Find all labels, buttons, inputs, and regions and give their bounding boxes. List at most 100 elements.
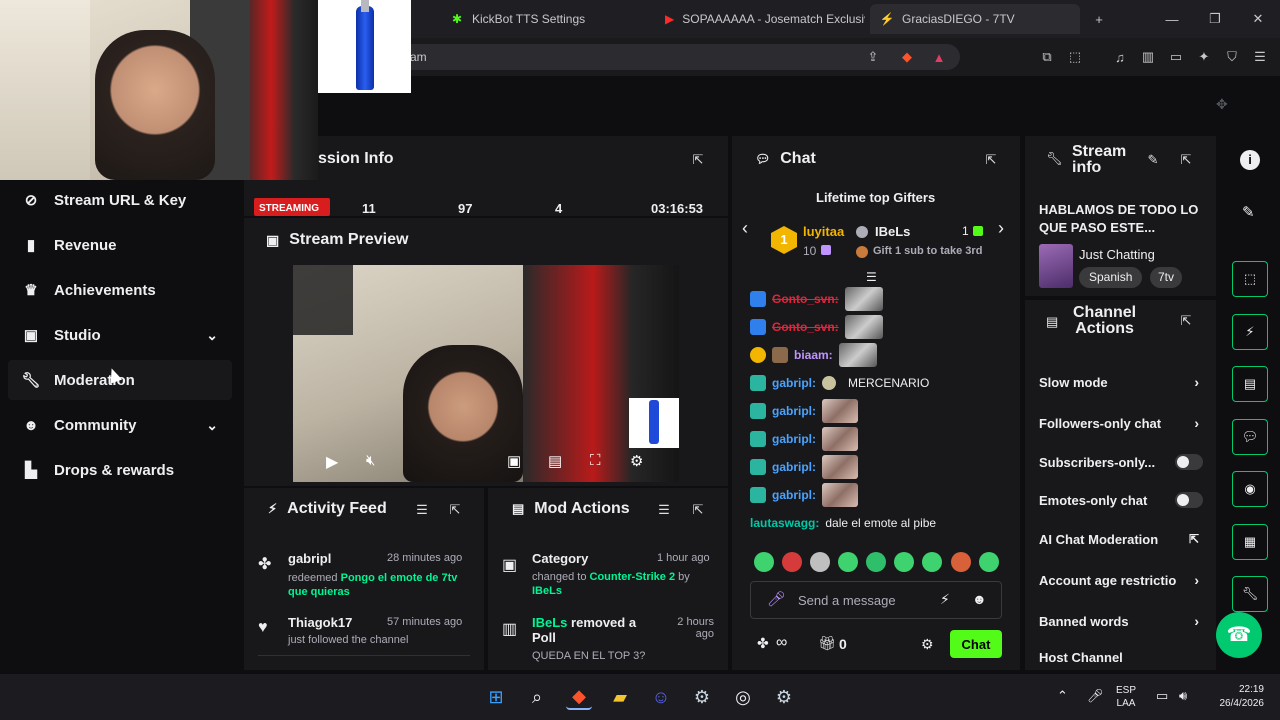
- popout-icon[interactable]: ⇱: [1178, 313, 1194, 329]
- sidebar-item-studio[interactable]: ▣ Studio ⌄: [8, 315, 232, 355]
- pencil-icon[interactable]: ✎: [1242, 203, 1255, 221]
- emote-icon[interactable]: [894, 552, 914, 572]
- chat-input-placeholder[interactable]: Send a message: [798, 593, 896, 608]
- brave-shield-icon[interactable]: ◆: [898, 48, 916, 66]
- emote-icon[interactable]: [866, 552, 886, 572]
- send-chat-button[interactable]: Chat: [950, 630, 1002, 658]
- filter-icon[interactable]: ☰: [414, 502, 430, 518]
- volume-icon[interactable]: 🔊︎: [1179, 688, 1187, 704]
- tag-chip[interactable]: Spanish: [1079, 267, 1143, 288]
- gift-box-icon[interactable]: 🎁︎: [818, 635, 836, 652]
- host-channel-action[interactable]: Host Channel: [1039, 642, 1209, 672]
- chat-action-icon[interactable]: 💬︎: [1232, 419, 1268, 455]
- followers-only-action[interactable]: Followers-only chat ›: [1039, 408, 1209, 438]
- subscribers-only-action[interactable]: Subscribers-only...: [1039, 447, 1209, 477]
- browser-tab[interactable]: ✱ KickBot TTS Settings: [440, 4, 650, 34]
- chat-username[interactable]: Gonto_svn:: [772, 292, 839, 306]
- emotes-only-toggle[interactable]: [1175, 492, 1203, 508]
- broadcast-action-icon[interactable]: ◉: [1232, 471, 1268, 507]
- subscribers-only-toggle[interactable]: [1175, 454, 1203, 470]
- ai-moderation-action[interactable]: AI Chat Moderation ⇱: [1039, 524, 1209, 554]
- sidebar-item-achievements[interactable]: ♛ Achievements: [8, 270, 232, 310]
- tray-chevron-icon[interactable]: ⌃: [1057, 688, 1068, 704]
- popout-icon[interactable]: ⇱: [983, 152, 999, 168]
- popout-icon[interactable]: ⇱: [690, 152, 706, 168]
- chat-username[interactable]: biaam:: [794, 348, 833, 362]
- wallet-icon[interactable]: ▭: [1167, 48, 1185, 66]
- steam-icon[interactable]: ⚙: [689, 684, 715, 710]
- tag-chip[interactable]: 7tv: [1150, 267, 1183, 288]
- sidebar-icon[interactable]: ▥: [1139, 48, 1157, 66]
- play-icon[interactable]: ▶: [326, 452, 338, 472]
- chat-username[interactable]: gabripl:: [772, 404, 816, 418]
- popout-icon[interactable]: ⇱: [690, 502, 706, 518]
- brave-browser-icon[interactable]: ◆: [566, 684, 592, 710]
- emotes-only-action[interactable]: Emotes-only chat: [1039, 485, 1209, 515]
- minimize-icon[interactable]: —: [1163, 10, 1181, 28]
- theater-icon[interactable]: ▤: [548, 452, 562, 470]
- steam-app-icon[interactable]: ⚙: [771, 684, 797, 710]
- screenshot-action-icon[interactable]: ⬚: [1232, 261, 1268, 297]
- share-icon[interactable]: ⇪: [864, 48, 882, 66]
- search-icon[interactable]: ⌕: [524, 684, 550, 710]
- chat-username[interactable]: gabripl:: [772, 376, 816, 390]
- network-icon[interactable]: ▭: [1156, 688, 1168, 704]
- microphone-icon[interactable]: 🎤︎: [767, 590, 786, 608]
- chat-username[interactable]: gabripl:: [772, 460, 816, 474]
- discord-icon[interactable]: ☺: [648, 684, 674, 710]
- chat-username[interactable]: gabripl:: [772, 432, 816, 446]
- edit-icon[interactable]: ✎: [1145, 152, 1161, 168]
- emote-icon[interactable]: [922, 552, 942, 572]
- chat-username[interactable]: gabripl:: [772, 488, 816, 502]
- account-age-action[interactable]: Account age restrictio ›: [1039, 565, 1209, 595]
- lightning-action-icon[interactable]: ⚡︎: [1232, 314, 1268, 350]
- support-chat-icon[interactable]: ☎: [1216, 612, 1262, 658]
- emote-icon[interactable]: [951, 552, 971, 572]
- emote-icon[interactable]: [979, 552, 999, 572]
- windows-start-icon[interactable]: ⊞: [483, 684, 509, 710]
- popout-icon[interactable]: ⇱: [1178, 152, 1194, 168]
- emote-icon[interactable]: [754, 552, 774, 572]
- chat-settings-icon[interactable]: ⚙: [921, 636, 934, 653]
- filter-icon[interactable]: ☰: [656, 502, 672, 518]
- 7tv-emote-icon[interactable]: ⚡︎: [940, 591, 950, 608]
- browser-tab-active[interactable]: ⚡ GraciasDIEGO - 7TV: [870, 4, 1080, 34]
- extensions-icon[interactable]: ⧉: [1038, 48, 1056, 66]
- mic-tray-icon[interactable]: 🎤︎: [1087, 688, 1104, 704]
- sidebar-item-stream-url[interactable]: ⊘ Stream URL & Key: [8, 180, 232, 220]
- sidebar-item-revenue[interactable]: ▮ Revenue: [8, 225, 232, 265]
- emoji-icon[interactable]: ☻: [972, 591, 987, 607]
- rewards-icon[interactable]: ▲: [930, 48, 948, 66]
- chevron-right-icon[interactable]: ›: [998, 218, 1004, 239]
- new-tab-icon[interactable]: +: [1090, 10, 1108, 28]
- leo-icon[interactable]: ✦: [1195, 48, 1213, 66]
- popout-icon[interactable]: ⇱: [447, 502, 463, 518]
- maximize-icon[interactable]: ❐: [1206, 10, 1224, 28]
- pinned-icon[interactable]: ☰: [866, 270, 877, 284]
- language-indicator[interactable]: ESP LAA: [1116, 684, 1136, 710]
- sidebar-item-drops[interactable]: ▙ Drops & rewards: [8, 450, 232, 490]
- emote-icon[interactable]: [782, 552, 802, 572]
- chat-username[interactable]: Gonto_svn:: [772, 320, 839, 334]
- wrench-action-icon[interactable]: 🔧︎: [1232, 576, 1268, 612]
- pip-icon[interactable]: ▣: [507, 452, 521, 470]
- info-icon[interactable]: i: [1240, 150, 1260, 170]
- chevron-left-icon[interactable]: ‹: [742, 218, 748, 239]
- close-icon[interactable]: ✕: [1249, 10, 1267, 28]
- notes-action-icon[interactable]: ▤: [1232, 366, 1268, 402]
- browser-tab[interactable]: ▶ SOPAAAAAA - Josematch Exclusiv: [655, 4, 865, 34]
- menu-icon[interactable]: ☰: [1251, 48, 1269, 66]
- screenshot-icon[interactable]: ⬚: [1066, 48, 1084, 66]
- sidebar-item-community[interactable]: ☻ Community ⌄: [8, 405, 232, 445]
- banned-words-action[interactable]: Banned words ›: [1039, 606, 1209, 636]
- chat-username[interactable]: lautaswagg:: [750, 516, 819, 530]
- fullscreen-icon[interactable]: ⛶: [590, 452, 601, 469]
- emote-icon[interactable]: [838, 552, 858, 572]
- file-explorer-icon[interactable]: ▰: [607, 684, 633, 710]
- mute-icon[interactable]: 🔇︎: [366, 452, 375, 469]
- obs-icon[interactable]: ◎: [730, 684, 756, 710]
- music-icon[interactable]: ♫: [1111, 48, 1129, 66]
- clock[interactable]: 22:19 26/4/2026: [1208, 683, 1265, 711]
- emote-icon[interactable]: [810, 552, 830, 572]
- layout-action-icon[interactable]: ▦: [1232, 524, 1268, 560]
